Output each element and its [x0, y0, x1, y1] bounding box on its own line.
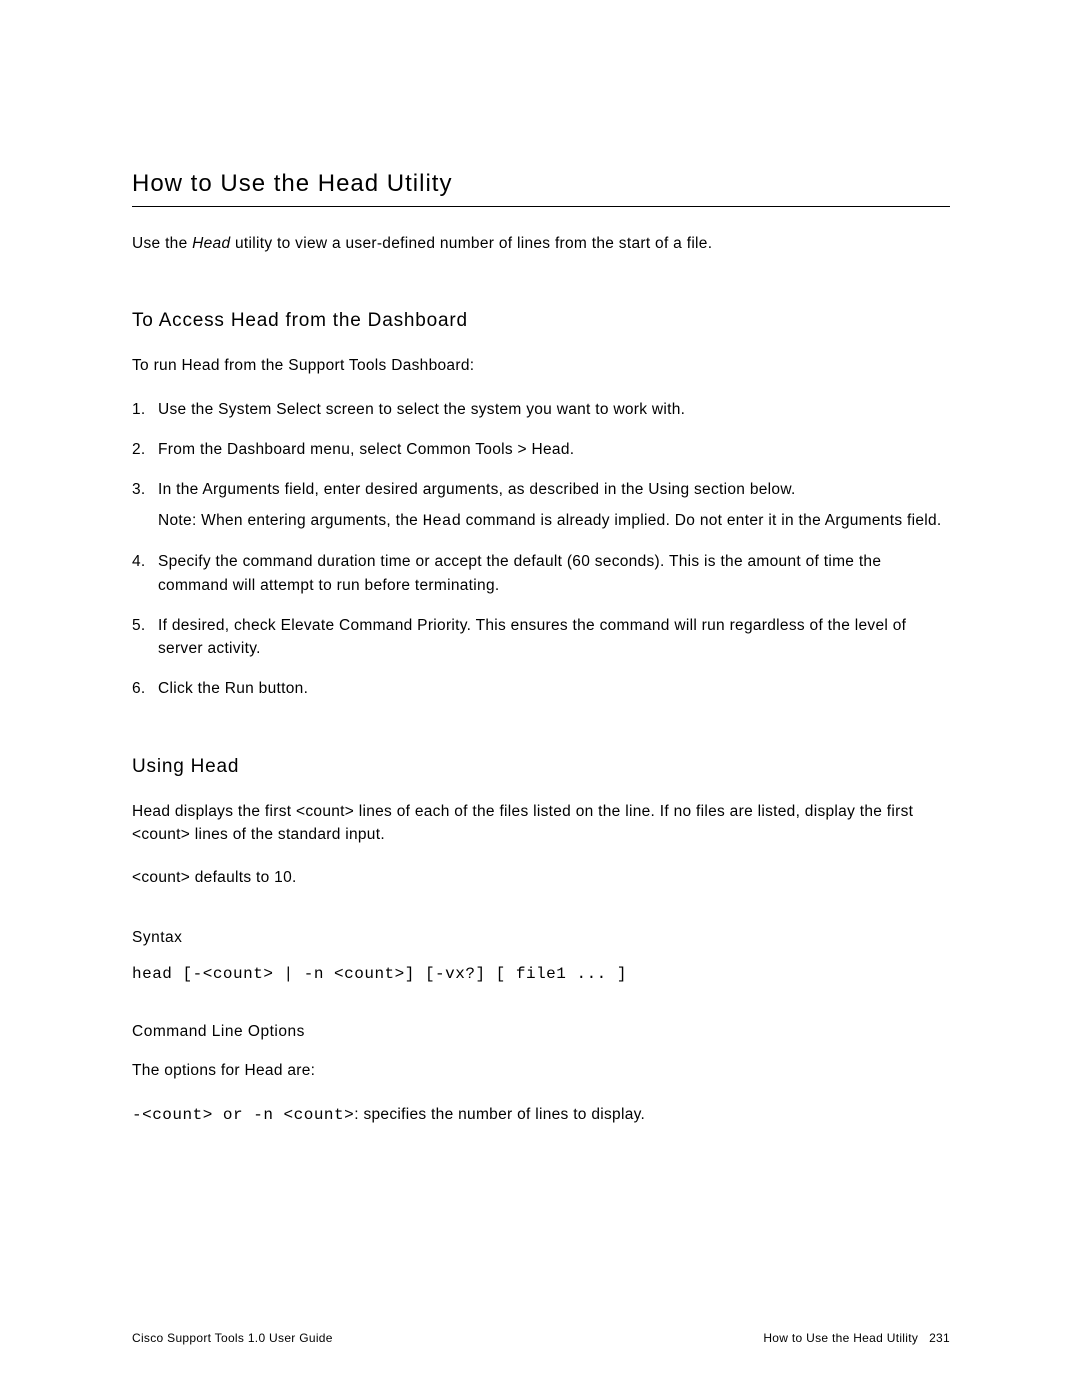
step-2: From the Dashboard menu, select Common T…	[132, 438, 950, 461]
step-6: Click the Run button.	[132, 677, 950, 700]
using-para1: Head displays the first <count> lines of…	[132, 800, 950, 847]
footer-right-title: How to Use the Head Utility	[763, 1331, 918, 1345]
note-post: command is already implied. Do not enter…	[461, 512, 941, 529]
intro-pre: Use the	[132, 235, 192, 252]
footer-right: How to Use the Head Utility 231	[763, 1331, 950, 1345]
option-1-post: : specifies the number of lines to displ…	[354, 1106, 645, 1123]
options-heading: Command Line Options	[132, 1023, 950, 1041]
intro-paragraph: Use the Head utility to view a user-defi…	[132, 232, 950, 255]
page-content: How to Use the Head Utility Use the Head…	[0, 0, 1080, 1127]
step-4: Specify the command duration time or acc…	[132, 550, 950, 597]
using-heading: Using Head	[132, 756, 950, 778]
step-5: If desired, check Elevate Command Priori…	[132, 614, 950, 661]
using-para2: <count> defaults to 10.	[132, 866, 950, 889]
syntax-heading: Syntax	[132, 929, 950, 947]
access-intro: To run Head from the Support Tools Dashb…	[132, 354, 950, 377]
step-3: In the Arguments field, enter desired ar…	[132, 478, 950, 533]
step-3-text: In the Arguments field, enter desired ar…	[158, 481, 796, 498]
footer-page-number: 231	[929, 1331, 950, 1345]
footer-left: Cisco Support Tools 1.0 User Guide	[132, 1331, 333, 1345]
page-footer: Cisco Support Tools 1.0 User Guide How t…	[132, 1331, 950, 1345]
intro-italic: Head	[192, 235, 230, 252]
intro-post: utility to view a user-defined number of…	[230, 235, 712, 252]
access-steps-list: Use the System Select screen to select t…	[132, 398, 950, 701]
access-heading: To Access Head from the Dashboard	[132, 310, 950, 332]
page-title: How to Use the Head Utility	[132, 170, 950, 207]
step-3-note: Note: When entering arguments, the Head …	[158, 509, 950, 533]
note-mono: Head	[423, 512, 461, 530]
note-pre: Note: When entering arguments, the	[158, 512, 423, 529]
option-1: -<count> or -n <count>: specifies the nu…	[132, 1103, 950, 1127]
options-intro: The options for Head are:	[132, 1059, 950, 1082]
syntax-line: head [-<count> | -n <count>] [-vx?] [ fi…	[132, 965, 950, 983]
step-1: Use the System Select screen to select t…	[132, 398, 950, 421]
option-1-mono: -<count> or -n <count>	[132, 1106, 354, 1124]
